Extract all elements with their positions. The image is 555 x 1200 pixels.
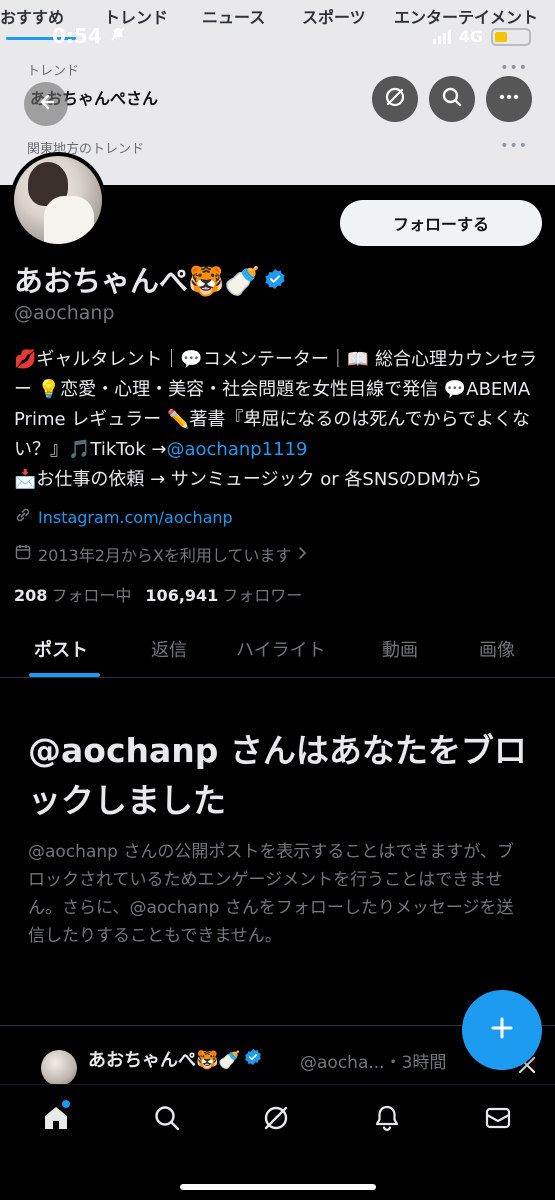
link-icon (14, 506, 32, 528)
mail-icon (483, 1103, 513, 1137)
tab-replies[interactable]: 返信 (151, 636, 187, 662)
more-button[interactable] (486, 76, 532, 122)
calendar-icon (14, 543, 32, 565)
profile-tabs: ポスト 返信 ハイライト 動画 画像 (0, 620, 555, 678)
profile-banner: おすすめ トレンド ニュース スポーツ エンターテイメント 0:54 4G トレ… (0, 0, 555, 185)
handle: @aochanp (14, 302, 115, 324)
tab-sports[interactable]: スポーツ (302, 4, 366, 28)
display-name: あおちゃんぺ🐯🍼 (14, 258, 286, 300)
tab-highlights[interactable]: ハイライト (236, 636, 326, 662)
avatar[interactable] (10, 152, 106, 248)
verified-icon[interactable] (264, 268, 286, 290)
home-icon (41, 1103, 71, 1137)
nav-notifications[interactable] (370, 1103, 404, 1137)
notifications-icon (372, 1103, 402, 1137)
blocked-title: @aochanp さんはあなたをブロックしました (28, 731, 527, 820)
plus-icon (487, 1013, 517, 1047)
nav-grok[interactable] (259, 1103, 293, 1137)
signal-icon (432, 29, 451, 44)
tab-entertainment[interactable]: エンターテイメント (394, 4, 538, 28)
chevron-right-icon (297, 545, 309, 564)
status-indicators: 4G (432, 27, 531, 46)
blocked-description: @aochanp さんの公開ポストを表示することはできますが、ブロックされている… (28, 842, 514, 946)
home-indicator (180, 1184, 376, 1190)
grok-icon (383, 85, 407, 113)
tab-videos[interactable]: 動画 (382, 636, 418, 662)
follow-button[interactable]: フォローする (340, 200, 542, 246)
status-time: 0:54 (52, 24, 102, 48)
trend-category-label: トレンド (27, 64, 80, 79)
display-name-text: あおちゃんぺ🐯🍼 (14, 264, 261, 298)
post-meta: @aocha...・3時間 (300, 1053, 447, 1073)
tab-active-indicator (29, 673, 100, 677)
trend-more-icon[interactable]: ••• (500, 60, 528, 76)
website-link[interactable]: Instagram.com/aochanp (38, 508, 233, 527)
battery-icon (491, 27, 531, 46)
bio-link[interactable]: @aochanp1119 (166, 439, 307, 460)
tab-posts[interactable]: ポスト (34, 636, 88, 662)
grok-button[interactable] (372, 76, 418, 122)
search-icon (152, 1103, 182, 1137)
follow-counts: 208 フォロー中 106,941 フォロワー (14, 582, 302, 606)
bio-text-2: 📩お仕事の依頼 → サンミュージック or 各SNSのDMから (14, 469, 483, 490)
region-more-icon[interactable]: ••• (500, 138, 528, 154)
joined-row[interactable]: 2013年2月からXを利用しています (14, 542, 309, 566)
nav-messages[interactable] (481, 1103, 515, 1137)
back-arrow-icon (35, 91, 57, 117)
explore-tabs: おすすめ トレンド ニュース スポーツ エンターテイメント (0, 4, 555, 28)
bio: 💋ギャルタレント｜💬コメンテーター｜📖 総合心理カウンセラー 💡恋愛・心理・美容… (14, 345, 542, 495)
more-icon (497, 85, 521, 113)
following-count[interactable]: 208 フォロー中 (14, 582, 131, 606)
nav-search[interactable] (150, 1103, 184, 1137)
mute-bell-icon (110, 26, 126, 46)
compose-button[interactable] (462, 990, 542, 1070)
back-button[interactable] (24, 82, 68, 126)
followers-count[interactable]: 106,941 フォロワー (145, 582, 302, 606)
grok-icon (261, 1103, 291, 1137)
post-author: あおちゃんぺ🐯🍼 (88, 1046, 262, 1072)
nav-home[interactable] (39, 1103, 73, 1137)
tab-media[interactable]: 画像 (479, 636, 515, 662)
joined-text: 2013年2月からXを利用しています (38, 546, 292, 565)
search-icon (440, 85, 464, 113)
network-label: 4G (458, 27, 483, 46)
verified-icon (244, 1048, 262, 1071)
bottom-nav (0, 1084, 555, 1200)
post-avatar[interactable] (41, 1050, 77, 1084)
tab-news[interactable]: ニュース (202, 4, 265, 28)
search-button[interactable] (429, 76, 475, 122)
tab-trending[interactable]: トレンド (104, 4, 168, 28)
post-author-name: あおちゃんぺ🐯🍼 (88, 1050, 241, 1071)
website-row: Instagram.com/aochanp (14, 506, 233, 528)
home-notification-dot (62, 1100, 70, 1108)
